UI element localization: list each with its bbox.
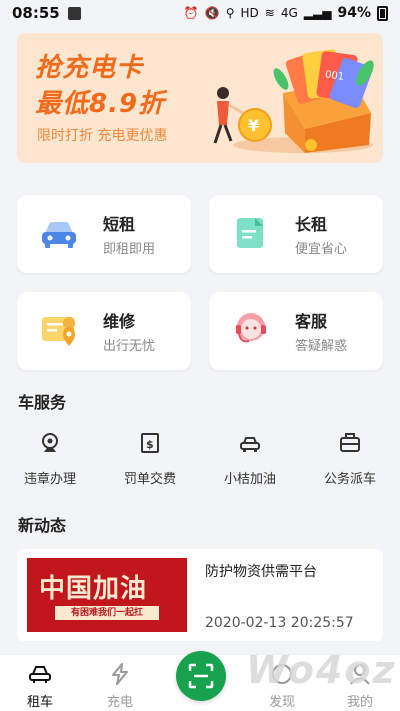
news-thumbnail: 中国加油 有困难我们一起扛 xyxy=(27,558,187,632)
news-headline: 防护物资供需平台 xyxy=(205,564,317,580)
receipt-icon: $ xyxy=(141,433,159,453)
wifi-icon: ≋ xyxy=(264,6,275,20)
news-thumb-caption: 有困难我们一起扛 xyxy=(55,606,159,620)
status-indicators: ⏰ 🔇 ⚲ HD ≋ 4G ▂▃▅ 94% xyxy=(184,5,388,21)
card-title: 短租 xyxy=(103,215,136,234)
card-long-rent[interactable]: 长租 便宜省心 xyxy=(209,195,383,273)
service-label: 公务派车 xyxy=(323,472,376,487)
service-label: 违章办理 xyxy=(23,472,76,487)
battery-percent: 94% xyxy=(337,5,371,21)
card-customer-service[interactable]: 客服 答疑解惑 xyxy=(209,292,383,370)
card-short-rent[interactable]: 短租 即租即用 xyxy=(17,195,191,273)
card-subtitle: 便宜省心 xyxy=(295,242,348,257)
card-subtitle: 即租即用 xyxy=(103,242,156,257)
card-title: 维修 xyxy=(103,312,136,331)
status-bar: 08:55 ⏰ 🔇 ⚲ HD ≋ 4G ▂▃▅ 94% xyxy=(0,0,400,26)
card-subtitle: 出行无忧 xyxy=(103,339,156,354)
scan-button[interactable] xyxy=(176,651,226,701)
car-services-title: 车服务 xyxy=(18,393,67,412)
tab-label: 发现 xyxy=(268,695,295,710)
mute-icon: 🔇 xyxy=(204,6,220,20)
service-refuel[interactable]: 小桔加油 xyxy=(210,432,290,492)
battery-icon xyxy=(377,5,388,21)
car-front-icon xyxy=(240,437,260,452)
lightning-icon xyxy=(112,663,128,685)
card-title: 长租 xyxy=(295,215,328,234)
promo-banner[interactable]: 抢充电卡 最低8.9折 限时打折 充电更优惠 001 ¥ xyxy=(17,33,383,163)
tab-label: 我的 xyxy=(346,695,373,710)
news-item[interactable]: 中国加油 有困难我们一起扛 防护物资供需平台 2020-02-13 20:25:… xyxy=(17,549,383,641)
camera-icon xyxy=(42,433,58,452)
banner-title-line2: 最低8.9折 xyxy=(35,89,166,119)
scan-icon xyxy=(188,663,214,689)
repair-location-icon xyxy=(42,317,76,346)
tab-charge[interactable]: 充电 xyxy=(90,663,150,710)
service-ticket-payment[interactable]: $ 罚单交费 xyxy=(110,432,190,492)
briefcase-icon xyxy=(340,433,360,452)
banner-title-line1: 抢充电卡 xyxy=(35,53,144,83)
watermark: Wo4oz xyxy=(246,648,397,692)
card-repair[interactable]: 维修 出行无忧 xyxy=(17,292,191,370)
notification-icon xyxy=(67,6,81,20)
alarm-icon: ⏰ xyxy=(183,6,199,20)
service-label: 罚单交费 xyxy=(123,472,176,487)
service-violation[interactable]: 违章办理 xyxy=(10,432,90,492)
document-icon xyxy=(237,218,263,248)
card-subtitle: 答疑解惑 xyxy=(295,339,348,354)
customer-service-icon xyxy=(236,313,266,343)
banner-illustration: 001 ¥ xyxy=(213,49,374,153)
svg-text:$: $ xyxy=(146,438,154,451)
news-section-title: 新动态 xyxy=(18,516,67,535)
service-label: 小桔加油 xyxy=(223,472,276,487)
status-time: 08:55 xyxy=(12,4,60,22)
tab-label: 充电 xyxy=(106,695,133,710)
news-thumb-title: 中国加油 xyxy=(39,574,148,604)
hd-icon: HD xyxy=(240,6,259,20)
location-icon: ⚲ xyxy=(225,6,235,20)
banner-subtitle: 限时打折 充电更优惠 xyxy=(37,128,168,144)
car-icon xyxy=(42,222,76,248)
service-official-dispatch[interactable]: 公务派车 xyxy=(310,432,390,492)
car-outline-icon xyxy=(29,666,51,683)
news-time: 2020-02-13 20:25:57 xyxy=(205,615,354,631)
signal-bars-icon: ▂▃▅ xyxy=(303,6,332,20)
banner-coin-symbol: ¥ xyxy=(248,116,259,135)
tab-label: 租车 xyxy=(26,695,53,710)
card-title: 客服 xyxy=(295,312,328,331)
tab-rent-car[interactable]: 租车 xyxy=(10,663,70,710)
signal-icon: 4G xyxy=(280,6,298,20)
